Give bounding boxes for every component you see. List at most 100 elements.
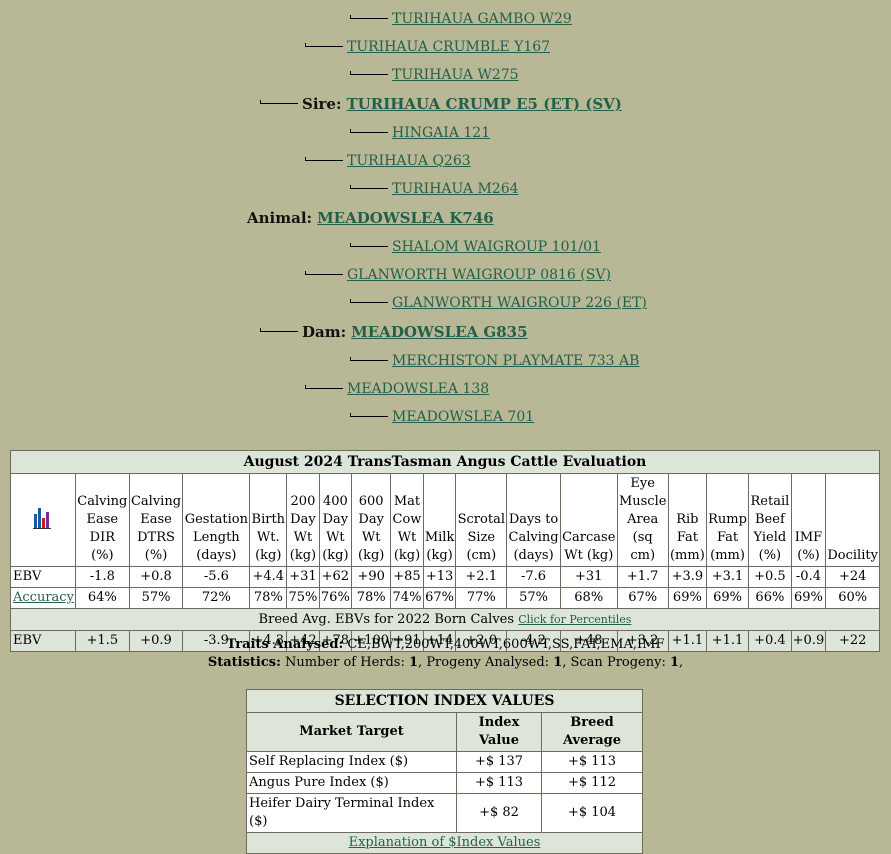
pedigree-connector [350, 68, 392, 82]
ebv-column-header: Mat Cow Wt (kg) [390, 473, 424, 567]
pedigree-row: MERCHISTON PLAYMATE 733 AB [350, 352, 639, 370]
pedigree-connector [305, 268, 347, 282]
animal-label: Animal: [247, 209, 313, 227]
pedigree-connector [350, 296, 392, 310]
selection-title-row: SELECTION INDEX VALUES [246, 689, 643, 713]
pedigree-row-sire: Sire: TURIHAUA CRUMP E5 (ET) (SV) [260, 95, 622, 113]
col-market-target: Market Target [246, 712, 457, 752]
pedigree-row: MEADOWSLEA 701 [350, 408, 534, 426]
breed-average: +$ 104 [541, 793, 643, 833]
accuracy-value: 57% [128, 587, 184, 609]
pedigree-row: SHALOM WAIGROUP 101/01 [350, 238, 601, 256]
ebv-column-header: Birth Wt. (kg) [249, 473, 288, 567]
pedigree-link-animal[interactable]: MEADOWSLEA K746 [317, 209, 494, 227]
accuracy-value: 57% [506, 587, 561, 609]
pedigree-connector [260, 325, 302, 339]
col-index-value: Index Value [456, 712, 542, 752]
ebv-column-header: Days to Calving (days) [506, 473, 561, 567]
breed-avg-heading-row: Breed Avg. EBVs for 2022 Born Calves Cli… [10, 608, 880, 631]
ebv-value: +2.1 [455, 566, 508, 588]
pedigree-link-sire-dam-dam[interactable]: TURIHAUA M264 [392, 180, 519, 198]
ebv-value: +24 [825, 566, 880, 588]
pedigree-link-sire-dam[interactable]: TURIHAUA Q263 [347, 152, 471, 170]
scan-label: Scan Progeny: [570, 655, 666, 670]
ebv-table: August 2024 TransTasman Angus Cattle Eva… [10, 450, 880, 652]
pedigree-connector [260, 97, 302, 111]
ebv-value: +0.5 [748, 566, 792, 588]
pedigree-link-dam-sire-sire[interactable]: SHALOM WAIGROUP 101/01 [392, 238, 601, 256]
ebv-column-header: Gestation Length (days) [182, 473, 251, 567]
ebv-value: +3.1 [705, 566, 750, 588]
herds-value: 1 [409, 655, 419, 670]
accuracy-value: 67% [422, 587, 457, 609]
ebv-column-header: Rib Fat (mm) [667, 473, 707, 567]
pedigree-tree: TURIHAUA GAMBO W29 TURIHAUA CRUMBLE Y167… [0, 0, 891, 440]
pedigree-link-dam-dam[interactable]: MEADOWSLEA 138 [347, 380, 489, 398]
market-target: Heifer Dairy Terminal Index ($) [246, 793, 457, 833]
ebv-value: +90 [351, 566, 392, 588]
pedigree-link-dam[interactable]: MEADOWSLEA G835 [351, 323, 527, 341]
pedigree-row: TURIHAUA Q263 [305, 152, 471, 170]
col-breed-average: Breed Average [541, 712, 643, 752]
pedigree-row: MEADOWSLEA 138 [305, 380, 489, 398]
pedigree-link-dam-sire[interactable]: GLANWORTH WAIGROUP 0816 (SV) [347, 266, 611, 284]
ebv-column-header: Calving Ease DIR (%) [75, 473, 130, 567]
pedigree-connector [305, 382, 347, 396]
percentiles-link[interactable]: Click for Percentiles [518, 613, 631, 626]
selection-header-row: Market Target Index Value Breed Average [246, 712, 643, 752]
pedigree-row: TURIHAUA CRUMBLE Y167 [305, 38, 550, 56]
accuracy-value: 69% [667, 587, 707, 609]
accuracy-value: 78% [249, 587, 288, 609]
ebv-value: -7.6 [506, 566, 561, 588]
pedigree-connector [350, 126, 392, 140]
accuracy-value: 68% [559, 587, 618, 609]
pedigree-connector [350, 12, 392, 26]
accuracy-value: 67% [616, 587, 669, 609]
pedigree-link-sire-sire[interactable]: TURIHAUA CRUMBLE Y167 [347, 38, 550, 56]
index-value: +$ 137 [456, 751, 542, 773]
pedigree-link-sire-dam-sire[interactable]: HINGAIA 121 [392, 124, 490, 142]
breed-avg-heading: Breed Avg. EBVs for 2022 Born Calves Cli… [10, 608, 880, 631]
ebv-value: +1.7 [616, 566, 669, 588]
selection-title: SELECTION INDEX VALUES [246, 689, 643, 713]
pedigree-connector [350, 410, 392, 424]
accuracy-value: 64% [75, 587, 130, 609]
ebv-column-header: Carcase Wt (kg) [559, 473, 618, 567]
accuracy-value: 74% [390, 587, 424, 609]
ebv-header-row: Calving Ease DIR (%) Calving Ease DTRS (%… [10, 473, 880, 567]
ebv-column-header: 600 Day Wt (kg) [351, 473, 392, 567]
index-value: +$ 82 [456, 793, 542, 833]
ebv-column-header: Scrotal Size (cm) [455, 473, 508, 567]
statistics-line: Statistics: Number of Herds: 1, Progeny … [207, 655, 684, 670]
accuracy-value: 76% [318, 587, 353, 609]
index-value: +$ 113 [456, 772, 542, 794]
ebv-column-header: Docility [825, 473, 880, 567]
pedigree-row: TURIHAUA GAMBO W29 [350, 10, 572, 28]
progeny-value: 1 [553, 655, 563, 670]
pedigree-link-sire-sire-dam[interactable]: TURIHAUA W275 [392, 66, 519, 84]
pedigree-connector [305, 40, 347, 54]
ebv-values-row: EBV -1.8 +0.8 -5.6 +4.4 +31 +62 +90 +85 +13 +2.1-… [10, 566, 880, 588]
pedigree-link-dam-dam-dam[interactable]: MEADOWSLEA 701 [392, 408, 534, 426]
bar-chart-icon[interactable] [32, 504, 54, 530]
pedigree-row-animal: Animal: MEADOWSLEA K746 [247, 209, 494, 227]
ebv-table-title: August 2024 TransTasman Angus Cattle Eva… [10, 450, 880, 474]
pedigree-link-dam-dam-sire[interactable]: MERCHISTON PLAYMATE 733 AB [392, 352, 639, 370]
accuracy-value: 60% [825, 587, 880, 609]
ebv-value: +4.4 [249, 566, 288, 588]
pedigree-link-sire[interactable]: TURIHAUA CRUMP E5 (ET) (SV) [347, 95, 622, 113]
pedigree-connector [350, 240, 392, 254]
accuracy-row-label[interactable]: Accuracy [10, 587, 76, 609]
index-explanation-link[interactable]: Explanation of $Index Values [349, 835, 541, 850]
pedigree-row: TURIHAUA M264 [350, 180, 519, 198]
ebv-value: +3.9 [667, 566, 707, 588]
breed-average: +$ 113 [541, 751, 643, 773]
breed-avg-text: Breed Avg. EBVs for 2022 Born Calves [258, 611, 515, 627]
pedigree-connector [350, 182, 392, 196]
pedigree-row-dam: Dam: MEADOWSLEA G835 [260, 323, 528, 341]
ebv-icon-cell[interactable] [10, 473, 76, 567]
pedigree-link-sire-sire-sire[interactable]: TURIHAUA GAMBO W29 [392, 10, 572, 28]
pedigree-row: HINGAIA 121 [350, 124, 490, 142]
pedigree-link-dam-sire-dam[interactable]: GLANWORTH WAIGROUP 226 (ET) [392, 294, 647, 312]
accuracy-link[interactable]: Accuracy [13, 590, 74, 605]
